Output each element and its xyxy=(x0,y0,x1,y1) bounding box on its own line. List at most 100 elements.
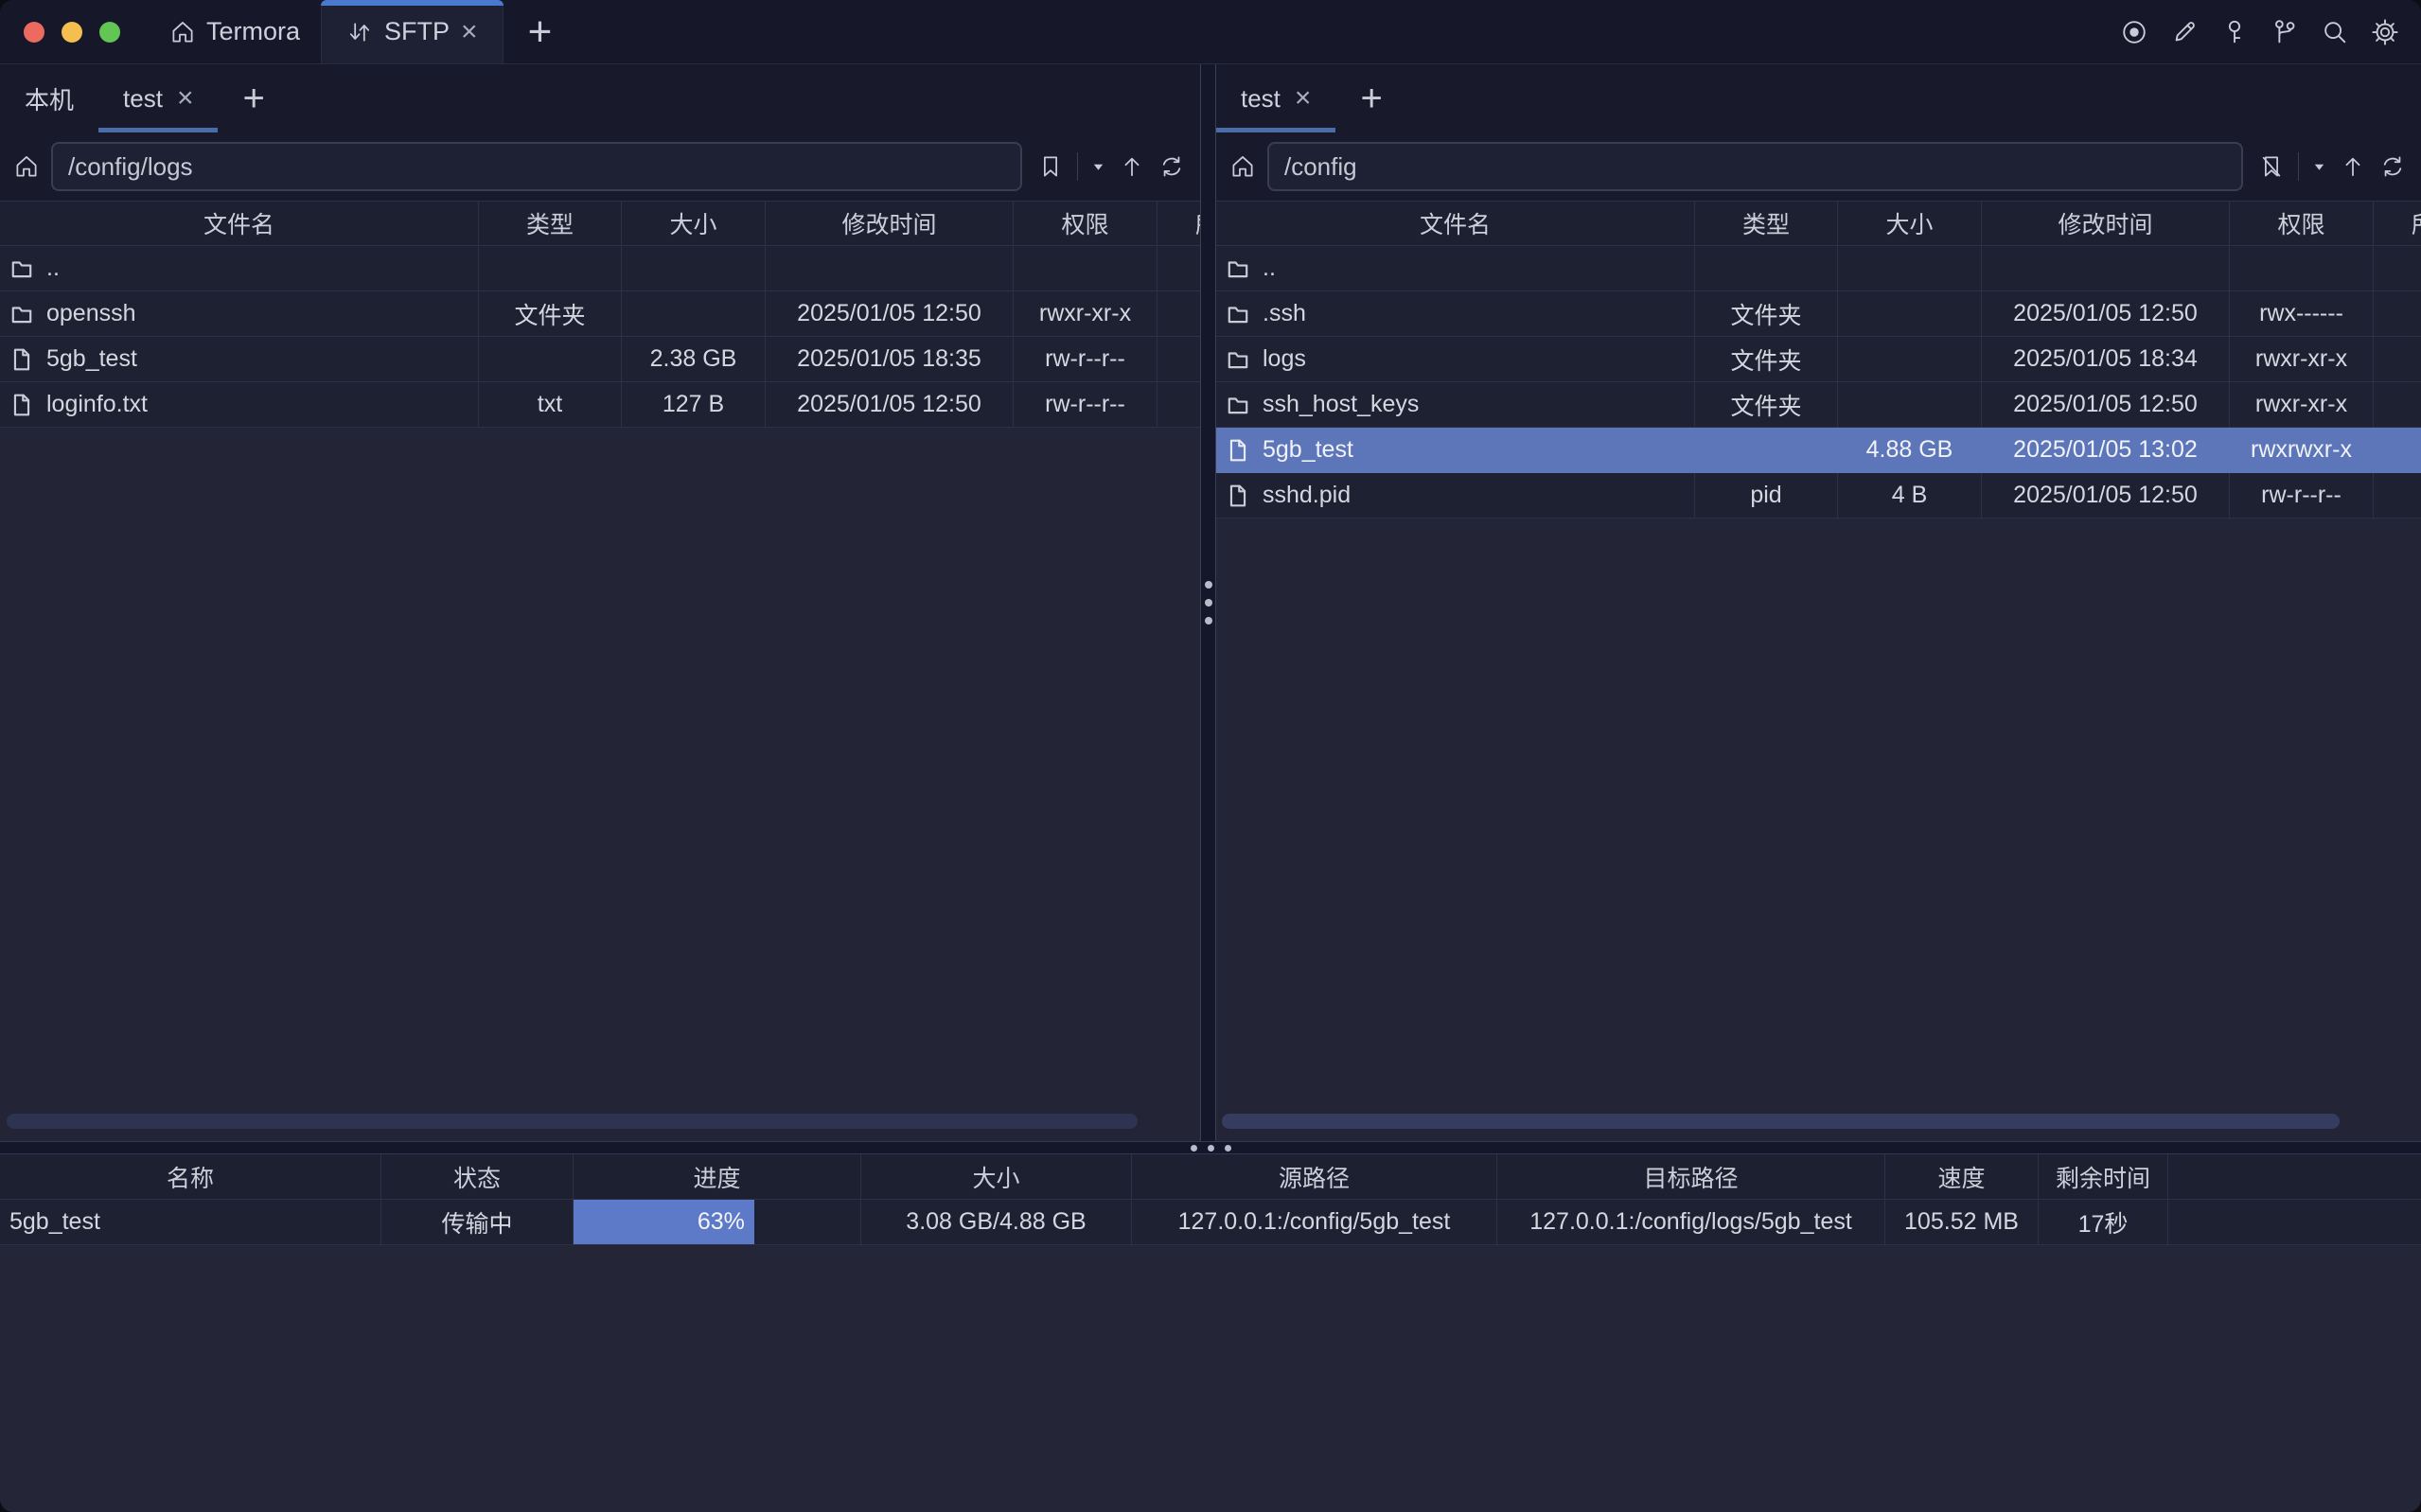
file-icon xyxy=(9,393,34,417)
file-size-cell xyxy=(622,291,766,337)
transfer-column-header-速度[interactable]: 速度 xyxy=(1885,1154,2039,1200)
minimize-window-button[interactable] xyxy=(62,22,82,43)
file-type-cell: txt xyxy=(479,382,622,428)
file-row[interactable]: loginfo.txttxt127 B2025/01/05 12:50rw-r-… xyxy=(0,382,1200,428)
file-row[interactable]: ssh_host_keys文件夹2025/01/05 12:50rwxr-xr-… xyxy=(1216,382,2421,428)
file-mtime-cell xyxy=(766,246,1014,291)
close-icon[interactable]: × xyxy=(177,84,194,113)
path-input[interactable] xyxy=(1267,142,2243,191)
tab-termora-home[interactable]: Termora xyxy=(149,0,321,63)
file-row[interactable]: .. xyxy=(1216,246,2421,291)
vertical-splitter[interactable] xyxy=(1200,64,1216,1141)
refresh-icon[interactable] xyxy=(1158,153,1185,180)
transfer-column-header-源路径[interactable]: 源路径 xyxy=(1132,1154,1497,1200)
column-header-文件名[interactable]: 文件名 xyxy=(1216,202,1695,246)
file-row[interactable]: sshd.pidpid4 B2025/01/05 12:50rw-r--r-- xyxy=(1216,473,2421,519)
file-name-cell: ssh_host_keys xyxy=(1216,382,1695,428)
new-pane-tab-button[interactable]: + xyxy=(1335,64,1406,132)
record-icon[interactable] xyxy=(2120,18,2148,46)
path-input[interactable] xyxy=(51,142,1022,191)
close-window-button[interactable] xyxy=(24,22,44,43)
path-bar xyxy=(1216,132,2421,201)
keychain-branch-icon[interactable] xyxy=(2271,18,2299,46)
close-icon[interactable]: × xyxy=(461,18,478,46)
transfer-column-header-大小[interactable]: 大小 xyxy=(861,1154,1132,1200)
splitter-dot xyxy=(1225,1145,1231,1152)
file-row[interactable]: .ssh文件夹2025/01/05 12:50rwx------ xyxy=(1216,291,2421,337)
home-icon[interactable] xyxy=(13,153,40,180)
folder-icon xyxy=(9,256,34,281)
file-pane-left: 本机 test×+ xyxy=(0,64,1200,1141)
refresh-icon[interactable] xyxy=(2379,153,2406,180)
transfer-source-cell: 127.0.0.1:/config/5gb_test xyxy=(1132,1200,1497,1245)
file-type-cell: 文件夹 xyxy=(479,291,622,337)
transfer-column-header-剩余时间[interactable]: 剩余时间 xyxy=(2039,1154,2168,1200)
horizontal-scrollbar[interactable] xyxy=(7,1114,1138,1129)
column-header-大小[interactable]: 大小 xyxy=(1838,202,1982,246)
horizontal-scrollbar[interactable] xyxy=(1222,1114,2340,1129)
file-name-label: openssh xyxy=(46,300,136,327)
file-size-cell xyxy=(1838,246,1982,291)
file-icon xyxy=(9,347,34,372)
new-pane-tab-button[interactable]: + xyxy=(218,64,289,132)
column-header-修改时间[interactable]: 修改时间 xyxy=(1982,202,2230,246)
tab-sftp[interactable]: SFTP × xyxy=(321,0,504,63)
file-table-header: 文件名类型大小修改时间权限所 xyxy=(1216,201,2421,246)
file-name-label: .. xyxy=(46,255,60,282)
pane-tab-test[interactable]: test× xyxy=(1216,64,1335,132)
column-header-权限[interactable]: 权限 xyxy=(1014,202,1157,246)
bookmark-icon[interactable] xyxy=(1037,153,1064,180)
transfer-remaining-cell: 17秒 xyxy=(2039,1200,2168,1245)
file-row[interactable]: .. xyxy=(0,246,1200,291)
folder-icon xyxy=(1226,302,1250,326)
column-header-类型[interactable]: 类型 xyxy=(1695,202,1838,246)
transfer-column-header-名称[interactable]: 名称 xyxy=(0,1154,381,1200)
up-directory-icon[interactable] xyxy=(2340,153,2366,180)
file-name-cell: .ssh xyxy=(1216,291,1695,337)
file-perm-cell: rw-r--r-- xyxy=(2230,473,2374,519)
file-type-cell xyxy=(479,246,622,291)
file-size-cell: 4.88 GB xyxy=(1838,428,1982,473)
close-icon[interactable]: × xyxy=(1295,84,1312,113)
column-header-修改时间[interactable]: 修改时间 xyxy=(766,202,1014,246)
chevron-down-icon[interactable] xyxy=(2312,160,2326,174)
file-owner-cell xyxy=(2374,291,2421,337)
column-header-大小[interactable]: 大小 xyxy=(622,202,766,246)
transfer-column-header-目标路径[interactable]: 目标路径 xyxy=(1497,1154,1885,1200)
transfer-row[interactable]: 5gb_test传输中63%3.08 GB/4.88 GB127.0.0.1:/… xyxy=(0,1200,2421,1245)
column-header-所[interactable]: 所 xyxy=(2374,202,2421,246)
column-header-文件名[interactable]: 文件名 xyxy=(0,202,479,246)
new-tab-button[interactable]: + xyxy=(504,0,577,63)
titlebar-actions xyxy=(2120,0,2421,63)
home-icon[interactable] xyxy=(1229,153,1256,180)
transfer-column-header-进度[interactable]: 进度 xyxy=(574,1154,861,1200)
file-row[interactable]: logs文件夹2025/01/05 18:34rwxr-xr-x xyxy=(1216,337,2421,382)
column-header-所[interactable]: 所 xyxy=(1157,202,1200,246)
file-perm-cell xyxy=(2230,246,2374,291)
column-header-权限[interactable]: 权限 xyxy=(2230,202,2374,246)
pane-tab-bar: 本机 test×+ xyxy=(0,64,1200,132)
pane-tab-test[interactable]: test× xyxy=(98,64,218,132)
file-perm-cell: rwxrwxr-x xyxy=(2230,428,2374,473)
file-mtime-cell: 2025/01/05 13:02 xyxy=(1982,428,2230,473)
transfer-status-cell: 传输中 xyxy=(381,1200,574,1245)
up-directory-icon[interactable] xyxy=(1119,153,1145,180)
transfer-column-header-状态[interactable]: 状态 xyxy=(381,1154,574,1200)
file-row[interactable]: 5gb_test2.38 GB2025/01/05 18:35rw-r--r-- xyxy=(0,337,1200,382)
file-row[interactable]: 5gb_test4.88 GB2025/01/05 13:02rwxrwxr-x xyxy=(1216,428,2421,473)
file-type-cell: 文件夹 xyxy=(1695,382,1838,428)
horizontal-splitter[interactable] xyxy=(0,1141,2421,1154)
pane-tab-label: 本机 xyxy=(25,81,74,116)
search-icon[interactable] xyxy=(2321,18,2349,46)
bookmark-slash-icon[interactable] xyxy=(2258,153,2285,180)
zoom-window-button[interactable] xyxy=(99,22,120,43)
file-name-cell: logs xyxy=(1216,337,1695,382)
file-row[interactable]: openssh文件夹2025/01/05 12:50rwxr-xr-x xyxy=(0,291,1200,337)
transfer-table-header: 名称状态进度大小源路径目标路径速度剩余时间 xyxy=(0,1154,2421,1200)
pencil-icon[interactable] xyxy=(2170,18,2199,46)
column-header-类型[interactable]: 类型 xyxy=(479,202,622,246)
key-icon[interactable] xyxy=(2220,18,2249,46)
gear-icon[interactable] xyxy=(2371,18,2399,46)
pane-tab-本机[interactable]: 本机 xyxy=(0,64,98,132)
chevron-down-icon[interactable] xyxy=(1091,160,1105,174)
